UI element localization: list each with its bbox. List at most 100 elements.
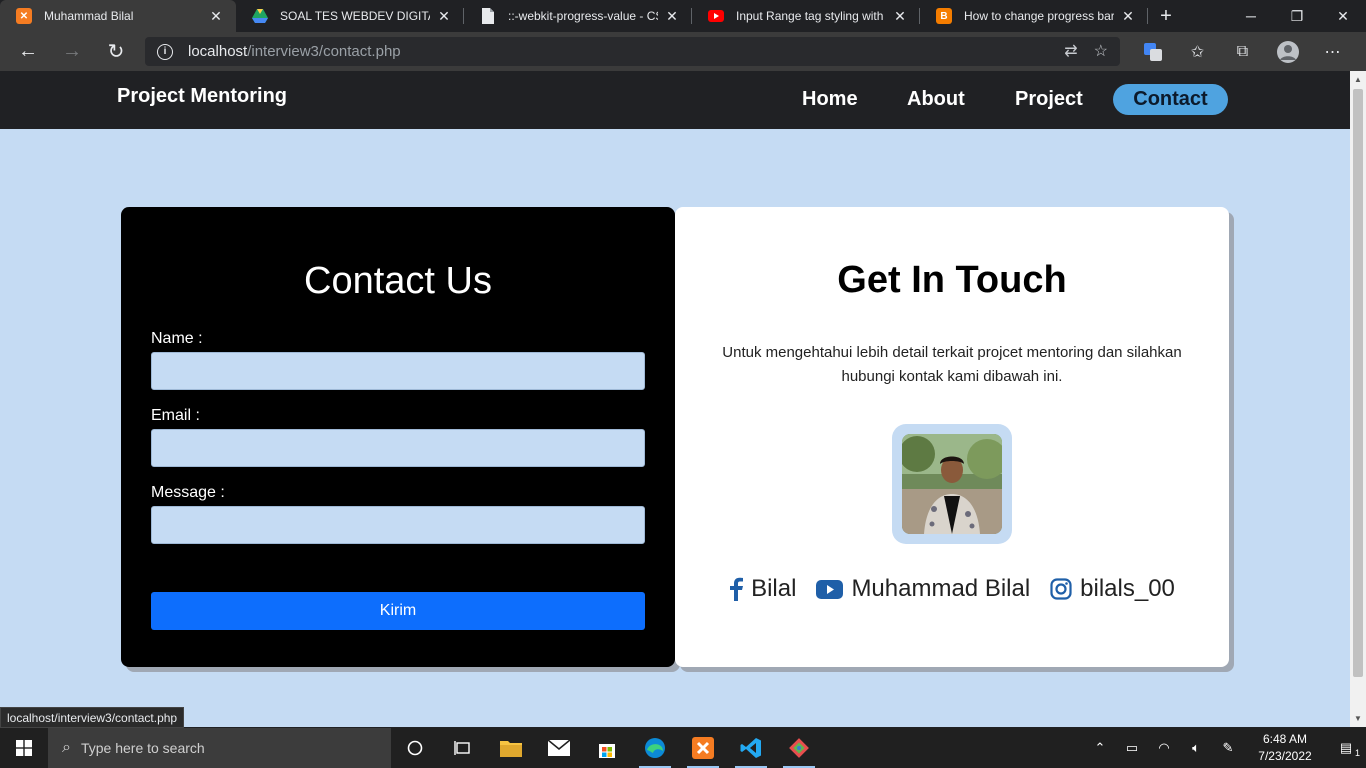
new-tab-button[interactable]: + — [1150, 0, 1182, 32]
close-tab-icon[interactable]: ✕ — [436, 8, 452, 25]
notification-count: 1 — [1354, 748, 1360, 758]
edge-browser-icon[interactable] — [631, 728, 679, 768]
refresh-icon[interactable]: ↻ — [94, 32, 138, 71]
info-icon[interactable]: i — [157, 43, 173, 60]
cortana-icon[interactable] — [391, 728, 439, 768]
nav-project[interactable]: Project — [1015, 84, 1083, 115]
address-bar[interactable]: i localhost/interview3/contact.php ⇄ ☆ — [145, 37, 1120, 66]
volume-icon[interactable]: 🔈︎ — [1180, 740, 1212, 756]
minimize-icon[interactable]: ─ — [1228, 0, 1274, 32]
youtube-icon — [708, 8, 724, 24]
close-tab-icon[interactable]: ✕ — [1120, 8, 1136, 25]
xampp-icon: ✕ — [16, 8, 32, 24]
vscode-icon[interactable] — [727, 728, 775, 768]
close-tab-icon[interactable]: ✕ — [892, 8, 908, 25]
tab-input-range[interactable]: Input Range tag styling with C ✕ — [692, 0, 920, 32]
message-input[interactable] — [151, 506, 645, 544]
blogger-icon: B — [936, 8, 952, 24]
tab-soal-tes[interactable]: SOAL TES WEBDEV DIGITALIZ ✕ — [236, 0, 464, 32]
microsoft-store-icon[interactable] — [583, 728, 631, 768]
back-arrow-icon[interactable]: ← — [6, 32, 50, 71]
tab-webkit-progress[interactable]: ::-webkit-progress-value - CSS ✕ — [464, 0, 692, 32]
close-window-icon[interactable]: ✕ — [1320, 0, 1366, 32]
contact-description: Untuk mengehtahui lebih detail terkait p… — [722, 344, 1182, 385]
wifi-icon[interactable]: ◠ — [1148, 740, 1180, 756]
instagram-icon — [1050, 578, 1072, 600]
pen-icon[interactable]: ✎ — [1212, 740, 1244, 756]
youtube-label: Muhammad Bilal — [851, 575, 1031, 602]
tab-title: SOAL TES WEBDEV DIGITALIZ — [280, 9, 430, 23]
restore-icon[interactable]: ❐ — [1274, 0, 1320, 32]
name-label: Name : — [151, 330, 203, 347]
browser-tab-strip: ✕ Muhammad Bilal ✕ SOAL TES WEBDEV DIGIT… — [0, 0, 1366, 32]
nav-about[interactable]: About — [907, 84, 965, 115]
forward-arrow-icon[interactable]: → — [50, 32, 94, 71]
instagram-label: bilals_00 — [1080, 575, 1175, 602]
profile-avatar-icon[interactable] — [1265, 32, 1310, 71]
mail-icon[interactable] — [535, 728, 583, 768]
social-facebook[interactable]: Bilal — [729, 575, 796, 603]
profile-photo — [902, 434, 1002, 534]
facebook-label: Bilal — [751, 575, 797, 602]
windows-taskbar: ⌕ Type here to search ⌃ ▭ ◠ 🔈︎ ✎ 6:48 AM… — [0, 728, 1366, 768]
git-client-icon[interactable] — [775, 728, 823, 768]
contact-form-card: Contact Us Name : Email : Message : Kiri… — [121, 207, 675, 667]
favorites-icon[interactable]: ✩ — [1175, 32, 1220, 71]
site-navbar: Project Mentoring Home About Project Con… — [0, 71, 1350, 129]
status-bar-url: localhost/interview3/contact.php — [0, 707, 185, 728]
windows-start-icon[interactable] — [0, 728, 48, 768]
tab-title: ::-webkit-progress-value - CSS — [508, 9, 658, 23]
tab-progress-bar[interactable]: B How to change progress bar p ✕ — [920, 0, 1148, 32]
profile-photo-frame — [892, 424, 1012, 544]
task-view-icon[interactable] — [439, 728, 487, 768]
contact-title: Contact Us — [304, 260, 492, 302]
scroll-down-icon[interactable]: ▼ — [1354, 714, 1362, 723]
web-page: Project Mentoring Home About Project Con… — [0, 71, 1350, 727]
message-label: Message : — [151, 484, 225, 501]
more-menu-icon[interactable]: ⋯ — [1310, 32, 1355, 71]
taskbar-search[interactable]: ⌕ Type here to search — [48, 728, 391, 768]
submit-button[interactable]: Kirim — [151, 592, 645, 630]
document-icon — [480, 8, 496, 24]
social-youtube[interactable]: Muhammad Bilal — [816, 575, 1030, 603]
nav-home[interactable]: Home — [802, 84, 858, 115]
translator-extension-icon[interactable] — [1130, 32, 1175, 71]
taskbar-search-placeholder: Type here to search — [80, 740, 205, 756]
get-in-touch-title: Get In Touch — [837, 259, 1067, 301]
translate-icon[interactable]: ⇄ — [1064, 41, 1077, 61]
youtube-icon — [816, 579, 844, 599]
facebook-icon — [729, 577, 744, 601]
site-brand[interactable]: Project Mentoring — [117, 85, 287, 108]
clock-time: 6:48 AM — [1262, 732, 1308, 746]
tab-muhammad-bilal[interactable]: ✕ Muhammad Bilal ✕ — [0, 0, 236, 32]
system-tray: ⌃ ▭ ◠ 🔈︎ ✎ 6:48 AM 7/23/2022 ▤ 1 — [1084, 728, 1366, 768]
taskbar-clock[interactable]: 6:48 AM 7/23/2022 — [1244, 731, 1326, 765]
favorite-star-icon[interactable]: ☆ — [1094, 41, 1108, 61]
nav-contact[interactable]: Contact — [1113, 84, 1228, 115]
name-input[interactable] — [151, 352, 645, 390]
collections-icon[interactable]: ⧉ — [1220, 32, 1265, 71]
google-drive-icon — [252, 8, 268, 24]
notification-icon[interactable]: ▤ 1 — [1326, 740, 1366, 758]
xampp-taskbar-icon[interactable] — [679, 728, 727, 768]
url-path: /interview3/contact.php — [247, 43, 401, 60]
scroll-up-icon[interactable]: ▲ — [1354, 75, 1362, 84]
show-hidden-icons-icon[interactable]: ⌃ — [1084, 740, 1116, 756]
email-input[interactable] — [151, 429, 645, 467]
scrollbar-thumb[interactable] — [1353, 89, 1363, 677]
url-host: localhost — [188, 43, 248, 60]
clock-date: 7/23/2022 — [1258, 749, 1312, 763]
close-tab-icon[interactable]: ✕ — [664, 8, 680, 25]
email-label: Email : — [151, 407, 200, 424]
page-scrollbar[interactable]: ▲ ▼ — [1350, 71, 1366, 727]
social-links: Bilal Muhammad Bilal bilals_00 — [675, 575, 1229, 603]
close-tab-icon[interactable]: ✕ — [208, 8, 224, 25]
tab-title: Muhammad Bilal — [44, 9, 134, 23]
battery-icon[interactable]: ▭ — [1116, 740, 1148, 756]
file-explorer-icon[interactable] — [487, 728, 535, 768]
tab-title: How to change progress bar p — [964, 9, 1114, 23]
search-icon: ⌕ — [62, 739, 71, 756]
tab-title: Input Range tag styling with C — [736, 9, 886, 23]
social-instagram[interactable]: bilals_00 — [1050, 575, 1175, 603]
browser-toolbar: ← → ↻ i localhost/interview3/contact.php… — [0, 32, 1366, 71]
